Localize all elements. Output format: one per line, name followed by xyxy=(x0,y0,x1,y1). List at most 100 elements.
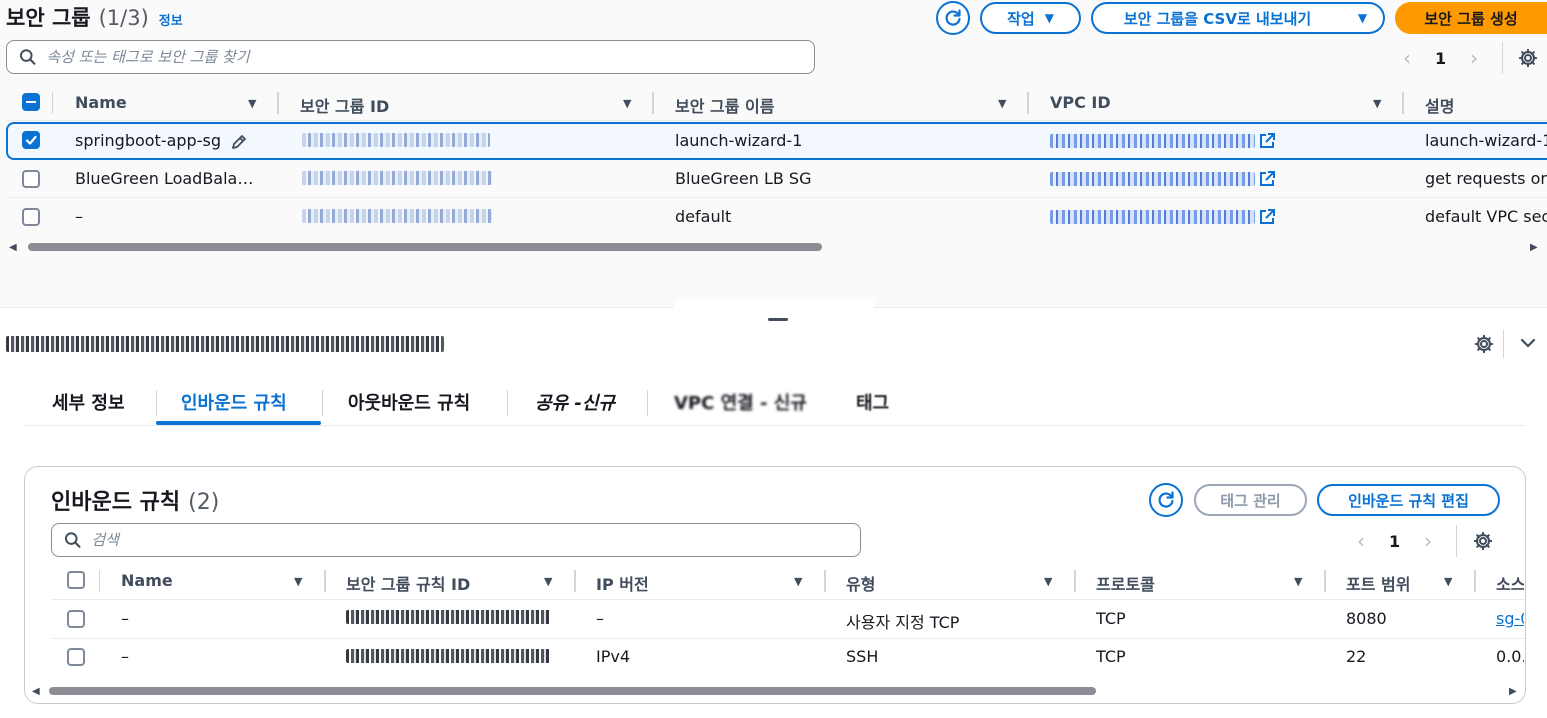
row-group-name: BlueGreen LB SG xyxy=(675,169,812,188)
scroll-right-icon[interactable]: ▶ xyxy=(1509,686,1517,697)
sort-caret-icon[interactable]: ▼ xyxy=(794,575,802,588)
settings-icon xyxy=(1518,48,1538,68)
external-link-icon[interactable] xyxy=(1258,132,1276,150)
column-divider xyxy=(324,570,326,592)
security-group-search[interactable] xyxy=(6,40,815,74)
rule-name: – xyxy=(121,647,129,666)
settings-button[interactable] xyxy=(1517,47,1539,69)
sort-caret-icon[interactable]: ▼ xyxy=(544,575,552,588)
sort-caret-icon[interactable]: ▼ xyxy=(248,97,256,110)
select-all-checkbox[interactable] xyxy=(22,93,40,111)
tab-vpc-associations[interactable]: VPC 연결 - 신규 xyxy=(674,389,807,415)
inbound-settings-button[interactable] xyxy=(1472,530,1494,552)
chevron-right-icon[interactable]: › xyxy=(1424,529,1432,553)
vpc-id-link[interactable] xyxy=(1050,172,1255,186)
chevron-right-icon[interactable]: › xyxy=(1470,46,1478,70)
column-header-vpc-id[interactable]: VPC ID xyxy=(1050,93,1111,112)
row-checkbox[interactable] xyxy=(67,610,85,628)
sort-caret-icon[interactable]: ▼ xyxy=(1044,575,1052,588)
column-header-group-name[interactable]: 보안 그룹 이름 xyxy=(675,93,774,117)
scroll-left-icon[interactable]: ◀ xyxy=(9,242,17,253)
tab-outbound-rules[interactable]: 아웃바운드 규칙 xyxy=(348,389,470,415)
rule-name: – xyxy=(121,609,129,628)
row-checkbox[interactable] xyxy=(22,208,40,226)
rule-ip-version: – xyxy=(596,609,604,628)
actions-label: 작업 xyxy=(1007,9,1035,28)
column-header-port-range[interactable]: 포트 범위 xyxy=(1346,571,1410,595)
column-header-name[interactable]: Name xyxy=(121,571,173,590)
create-security-group-button[interactable]: 보안 그룹 생성 xyxy=(1395,2,1547,34)
tab-tags[interactable]: 태그 xyxy=(856,389,889,415)
inbound-refresh-button[interactable] xyxy=(1149,483,1183,517)
sort-caret-icon[interactable]: ▼ xyxy=(1294,575,1302,588)
inbound-pagination: ‹ 1 › xyxy=(1357,529,1432,553)
column-header-type[interactable]: 유형 xyxy=(846,571,875,595)
column-divider xyxy=(1027,92,1029,114)
actions-dropdown[interactable]: 작업 ▼ xyxy=(980,2,1081,34)
export-csv-dropdown[interactable]: ▼ xyxy=(1342,2,1385,34)
column-header-ip-version[interactable]: IP 버전 xyxy=(596,571,649,595)
tab-details[interactable]: 세부 정보 xyxy=(52,389,125,415)
title-row: 보안 그룹 (1/3) 정보 xyxy=(6,2,183,36)
security-group-id[interactable] xyxy=(302,209,492,223)
rule-protocol: TCP xyxy=(1096,647,1126,666)
refresh-button[interactable] xyxy=(936,1,970,35)
export-csv-button[interactable]: 보안 그룹을 CSV로 내보내기 xyxy=(1091,2,1343,34)
page-number[interactable]: 1 xyxy=(1389,532,1400,551)
security-group-id[interactable] xyxy=(302,133,490,147)
tab-inbound-rules[interactable]: 인바운드 규칙 xyxy=(181,389,287,415)
detail-settings-button[interactable] xyxy=(1473,333,1495,355)
row-checkbox[interactable] xyxy=(22,170,40,188)
inbound-search[interactable] xyxy=(51,523,861,557)
inbound-horizontal-scrollbar[interactable] xyxy=(49,687,1096,695)
divider xyxy=(1456,525,1457,557)
chevron-left-icon[interactable]: ‹ xyxy=(1357,529,1365,553)
page-number[interactable]: 1 xyxy=(1435,49,1446,68)
column-divider xyxy=(824,570,826,592)
inbound-count: (2) xyxy=(188,490,220,515)
chevron-down-icon[interactable] xyxy=(1519,336,1537,350)
row-description: launch-wizard-1 xyxy=(1425,131,1547,150)
row-checkbox[interactable] xyxy=(67,648,85,666)
security-group-rule-id xyxy=(346,649,550,663)
manage-tags-button[interactable]: 태그 관리 xyxy=(1194,484,1307,516)
security-group-id[interactable] xyxy=(302,171,492,185)
sort-caret-icon[interactable]: ▼ xyxy=(998,97,1006,110)
select-all-checkbox[interactable] xyxy=(67,571,85,589)
column-header-protocol[interactable]: 프로토콜 xyxy=(1096,571,1155,595)
sort-caret-icon[interactable]: ▼ xyxy=(294,575,302,588)
column-header-group-id[interactable]: 보안 그룹 ID xyxy=(300,93,389,117)
split-panel-resize-handle[interactable] xyxy=(768,318,788,321)
sort-caret-icon[interactable]: ▼ xyxy=(623,97,631,110)
tab-sharing[interactable]: 공유 -신규 xyxy=(535,389,615,415)
caret-down-icon: ▼ xyxy=(1357,11,1368,25)
inbound-title: 인바운드 규칙 xyxy=(51,490,181,515)
horizontal-scrollbar[interactable] xyxy=(28,243,822,251)
settings-icon xyxy=(1474,334,1494,354)
column-header-description[interactable]: 설명 xyxy=(1425,93,1454,117)
external-link-icon[interactable] xyxy=(1258,208,1276,226)
sort-caret-icon[interactable]: ▼ xyxy=(1373,97,1381,110)
column-header-rule-id[interactable]: 보안 그룹 규칙 ID xyxy=(346,571,470,595)
row-name: BlueGreen LoadBala… xyxy=(75,169,254,188)
info-link[interactable]: 정보 xyxy=(159,10,183,29)
scroll-right-icon[interactable]: ▶ xyxy=(1530,242,1538,253)
edit-icon[interactable] xyxy=(230,133,248,151)
sort-caret-icon[interactable]: ▼ xyxy=(1444,575,1452,588)
external-link-icon[interactable] xyxy=(1258,170,1276,188)
column-divider xyxy=(1324,570,1326,592)
column-header-name[interactable]: Name xyxy=(75,93,127,112)
column-header-source[interactable]: 소스 xyxy=(1496,571,1524,595)
row-checkbox[interactable] xyxy=(22,131,40,149)
rule-source-link[interactable]: sg-0 xyxy=(1496,609,1524,628)
vpc-id-link[interactable] xyxy=(1050,210,1255,224)
refresh-icon xyxy=(945,9,961,26)
vpc-id-link[interactable] xyxy=(1050,134,1255,148)
scroll-left-icon[interactable]: ◀ xyxy=(32,686,40,697)
column-divider xyxy=(652,92,654,114)
rule-port-range: 22 xyxy=(1346,647,1367,666)
inbound-search-input[interactable] xyxy=(91,531,860,549)
search-input[interactable] xyxy=(46,48,814,66)
edit-inbound-rules-button[interactable]: 인바운드 규칙 편집 xyxy=(1317,484,1500,516)
chevron-left-icon[interactable]: ‹ xyxy=(1403,46,1411,70)
